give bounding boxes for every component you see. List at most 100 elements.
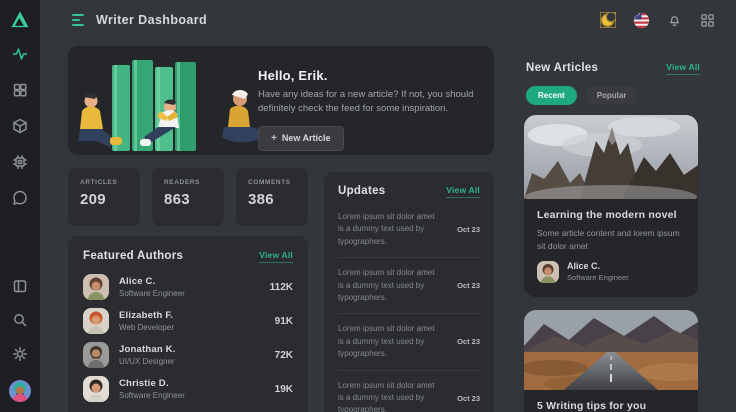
new-articles-title: New Articles	[526, 62, 598, 74]
article-body: 5 Writing tips for you	[524, 390, 698, 412]
update-date: Oct 23	[457, 225, 480, 234]
stat-value: 386	[248, 191, 296, 208]
topbar: Writer Dashboard	[40, 0, 736, 40]
dark-mode-toggle[interactable]	[599, 11, 617, 29]
us-flag-icon	[633, 12, 650, 29]
stat-label: COMMENTS	[248, 179, 296, 186]
stat-card-comments: COMMENTS 386	[236, 168, 308, 226]
page-title: Writer Dashboard	[96, 13, 207, 27]
updates-title: Updates	[338, 185, 385, 197]
sidebar-user-avatar[interactable]	[9, 380, 31, 402]
activity-icon	[12, 46, 28, 62]
updates-view-all-link[interactable]: View All	[446, 185, 480, 198]
menu-icon[interactable]	[72, 14, 84, 26]
author-role: Software Engineer	[119, 289, 185, 298]
new-articles-tabs: Recent Popular	[526, 86, 638, 105]
stat-value: 209	[80, 191, 128, 208]
sidebar-item-system[interactable]	[12, 154, 28, 170]
hero-card: Hello, Erik. Have any ideas for a new ar…	[68, 46, 494, 155]
gear-icon	[12, 346, 28, 362]
cpu-icon	[12, 154, 28, 170]
author-row[interactable]: Alice C. Software Engineer 112K	[83, 274, 293, 300]
author-row[interactable]: Jonathan K. UI/UX Designer 72K	[83, 342, 293, 368]
notifications-button[interactable]	[665, 11, 683, 29]
author-name: Elizabeth F.	[119, 310, 174, 321]
update-text: Lorem ipsum sit dolor amet is a dummy te…	[338, 267, 438, 304]
update-item[interactable]: Lorem ipsum sit dolor amet is a dummy te…	[338, 371, 480, 412]
author-row[interactable]: Elizabeth F. Web Developer 91K	[83, 308, 293, 334]
sidebar-item-settings[interactable]	[12, 346, 28, 362]
language-selector[interactable]	[632, 11, 650, 29]
tab-popular[interactable]: Popular	[585, 86, 639, 105]
apps-grid-icon	[700, 13, 715, 28]
author-name: Christie D.	[119, 378, 185, 389]
search-icon	[12, 312, 28, 328]
author-avatar	[83, 376, 109, 402]
sidebar-item-dashboard[interactable]	[12, 82, 28, 98]
app-logo[interactable]	[0, 0, 40, 40]
sidebar-item-activity[interactable]	[12, 46, 28, 62]
article-title: Learning the modern novel	[537, 209, 685, 221]
stats-row: ARTICLES 209 READERS 863 COMMENTS 386	[68, 168, 308, 226]
writer-dashboard-app: Writer Dashboard	[0, 0, 736, 412]
stat-card-articles: ARTICLES 209	[68, 168, 140, 226]
update-text: Lorem ipsum sit dolor amet is a dummy te…	[338, 323, 438, 360]
article-author-name: Alice C.	[567, 261, 629, 271]
topbar-actions	[599, 11, 716, 29]
sidebar-bottom-icons	[9, 278, 31, 402]
sidebar	[0, 0, 40, 412]
update-item[interactable]: Lorem ipsum sit dolor amet is a dummy te…	[338, 258, 480, 314]
sidebar-top-icons	[12, 46, 28, 206]
author-role: Software Engineer	[119, 391, 185, 400]
box-icon	[12, 118, 28, 134]
chat-bubble-icon	[12, 190, 28, 206]
sidebar-item-search[interactable]	[12, 312, 28, 328]
hero-greeting: Hello, Erik.	[258, 68, 478, 83]
article-body: Learning the modern novel Some article c…	[524, 199, 698, 294]
new-articles-header: New Articles View All	[526, 62, 700, 75]
author-readers-count: 19K	[275, 384, 293, 395]
dashboard-grid-icon	[12, 82, 28, 98]
tab-recent[interactable]: Recent	[526, 86, 577, 105]
sidebar-item-messages[interactable]	[12, 190, 28, 206]
author-name: Alice C.	[119, 276, 185, 287]
author-list: Alice C. Software Engineer 112K Elizabet…	[83, 274, 293, 402]
author-role: Web Developer	[119, 323, 174, 332]
stat-label: READERS	[164, 179, 212, 186]
author-role: UI/UX Designer	[119, 357, 176, 366]
article-author-role: Software Engineer	[567, 273, 629, 282]
reading-people-illustration	[74, 55, 282, 155]
hero-message: Have any ideas for a new article? If not…	[258, 88, 478, 116]
author-name: Jonathan K.	[119, 344, 176, 355]
update-item[interactable]: Lorem ipsum sit dolor amet is a dummy te…	[338, 202, 480, 258]
author-avatar	[83, 274, 109, 300]
article-title: 5 Writing tips for you	[537, 400, 685, 412]
featured-authors-view-all-link[interactable]: View All	[259, 250, 293, 263]
update-text: Lorem ipsum sit dolor amet is a dummy te…	[338, 211, 438, 248]
stat-label: ARTICLES	[80, 179, 128, 186]
sidebar-item-layout[interactable]	[12, 278, 28, 294]
featured-authors-title: Featured Authors	[83, 250, 183, 262]
plus-icon: +	[271, 133, 277, 144]
desert-road-photo	[524, 310, 698, 390]
author-avatar	[83, 308, 109, 334]
stat-value: 863	[164, 191, 212, 208]
featured-authors-card: Featured Authors View All Alice C. Softw…	[68, 236, 308, 412]
bell-icon	[667, 13, 682, 28]
author-row[interactable]: Christie D. Software Engineer 19K	[83, 376, 293, 402]
apps-menu-button[interactable]	[698, 11, 716, 29]
update-list: Lorem ipsum sit dolor amet is a dummy te…	[338, 202, 480, 412]
update-item[interactable]: Lorem ipsum sit dolor amet is a dummy te…	[338, 314, 480, 370]
sidebar-item-projects[interactable]	[12, 118, 28, 134]
article-card-learning-novel[interactable]: Learning the modern novel Some article c…	[524, 115, 698, 297]
article-excerpt: Some article content and lorem ipsum sit…	[537, 227, 685, 253]
update-date: Oct 23	[457, 394, 480, 403]
new-article-button[interactable]: + New Article	[258, 126, 344, 151]
article-card-writing-tips[interactable]: 5 Writing tips for you	[524, 310, 698, 412]
user-avatar-image	[9, 380, 31, 402]
moon-icon	[600, 12, 616, 28]
author-avatar	[83, 342, 109, 368]
update-date: Oct 23	[457, 337, 480, 346]
new-articles-view-all-link[interactable]: View All	[666, 62, 700, 75]
article-author[interactable]: Alice C. Software Engineer	[537, 261, 685, 283]
